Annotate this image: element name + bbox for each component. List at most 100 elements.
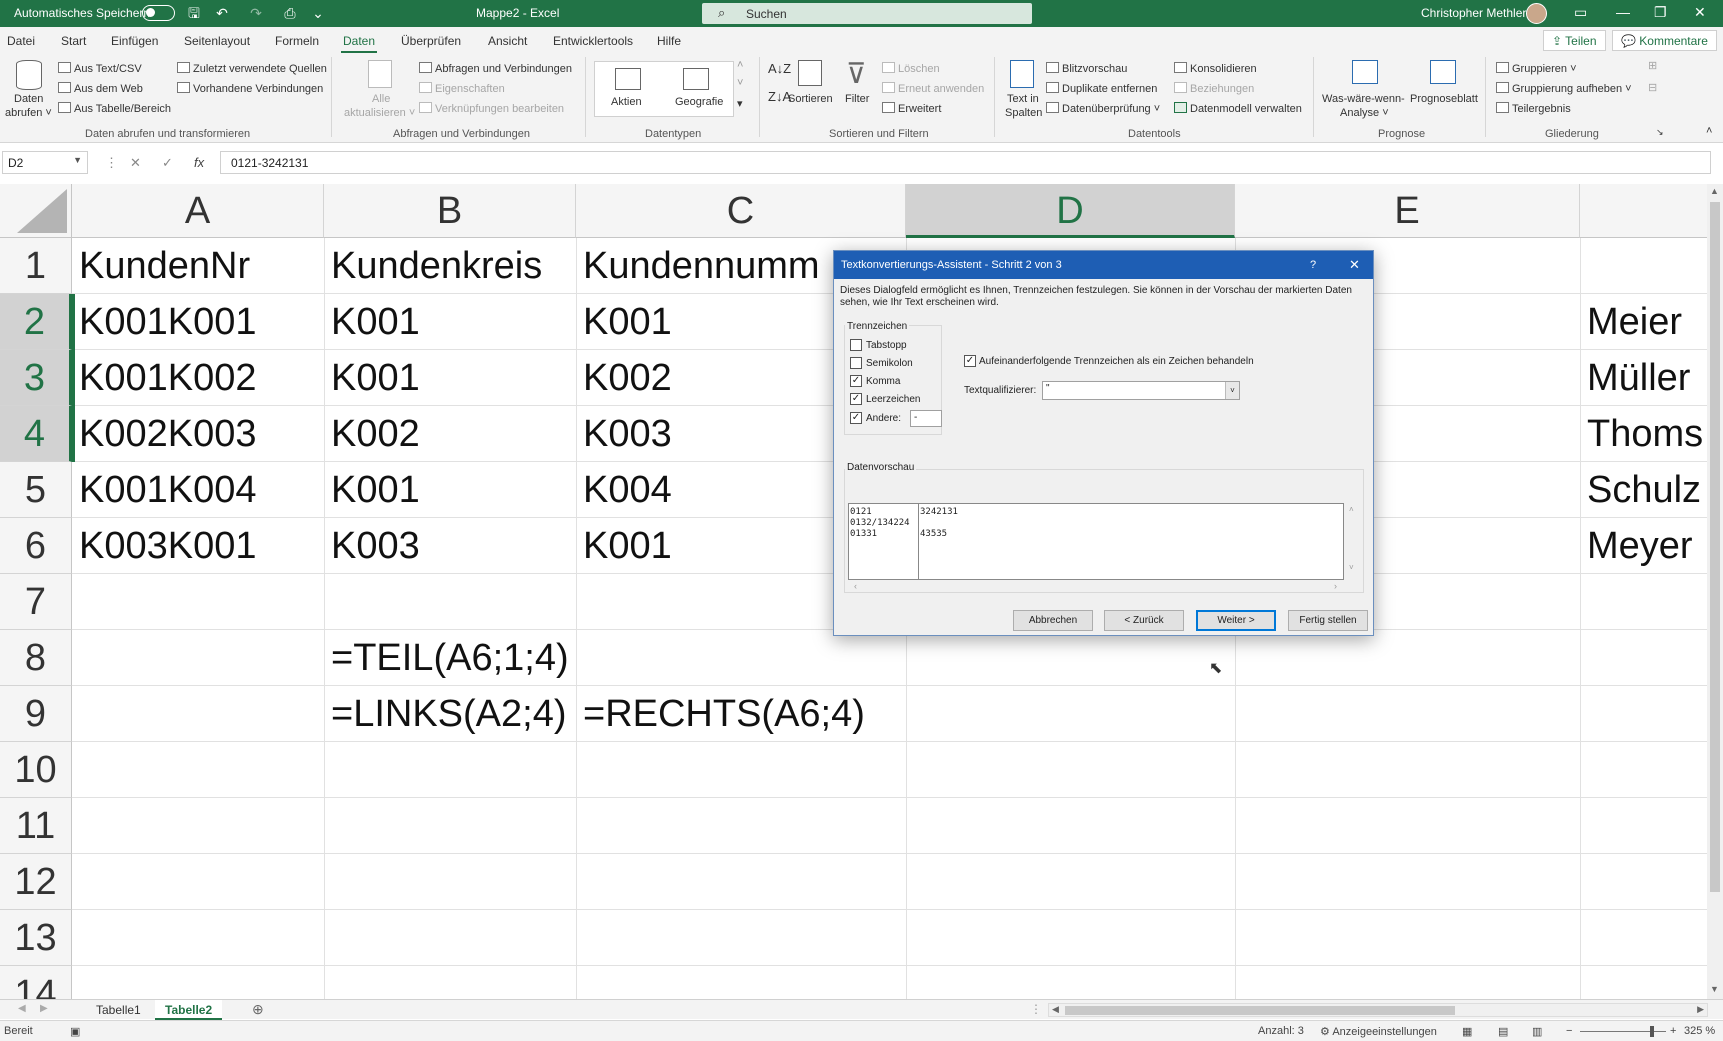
tab-datei[interactable]: Datei xyxy=(7,34,35,48)
save-icon[interactable]: 🖫 xyxy=(186,5,202,21)
subtotal-button[interactable]: Teilergebnis xyxy=(1496,102,1571,115)
sheet-tab-tabelle2[interactable]: Tabelle2 xyxy=(155,1000,223,1020)
tab-ansicht[interactable]: Ansicht xyxy=(488,34,527,48)
refresh-all-label-2[interactable]: aktualisieren ˅ xyxy=(344,107,415,119)
column-header-c[interactable]: C xyxy=(576,184,906,238)
row-header-5[interactable]: 5 xyxy=(0,462,72,518)
outline-dialog-launcher-icon[interactable]: ↘ xyxy=(1656,127,1664,138)
cell-f4[interactable]: Thoms xyxy=(1580,406,1703,462)
undo-icon[interactable]: ↶ xyxy=(214,5,230,21)
refresh-icon[interactable] xyxy=(368,60,392,88)
row-header-9[interactable]: 9 xyxy=(0,686,72,742)
cell-c2[interactable]: K001 xyxy=(576,294,672,350)
dialog-help-button[interactable]: ? xyxy=(1310,259,1316,271)
zoom-slider-thumb[interactable] xyxy=(1650,1026,1654,1037)
refresh-all-label[interactable]: Alle xyxy=(372,93,390,105)
filter-button[interactable]: Filter xyxy=(845,93,869,105)
cell-b2[interactable]: K001 xyxy=(324,294,420,350)
cell-c5[interactable]: K004 xyxy=(576,462,672,518)
horizontal-scroll-thumb[interactable] xyxy=(1065,1006,1455,1015)
preview-column-2[interactable]: 3242131 43535 xyxy=(919,504,959,543)
get-data-label[interactable]: Daten xyxy=(14,93,43,105)
space-label[interactable]: Leerzeichen xyxy=(866,394,920,405)
ungroup-button[interactable]: Gruppierung aufheben ˅ xyxy=(1496,82,1632,95)
data-model-button[interactable]: Datenmodell verwalten xyxy=(1174,102,1302,115)
preview-scroll-left-icon[interactable]: ‹ xyxy=(854,581,857,591)
share-button[interactable]: ⇪ Teilen xyxy=(1543,30,1606,51)
filter-icon[interactable]: ⊽ xyxy=(846,57,867,90)
dialog-title-bar[interactable]: Textkonvertierungs-Assistent - Schritt 2… xyxy=(834,251,1373,279)
cell-a1[interactable]: KundenNr xyxy=(72,238,250,294)
text-to-columns-label[interactable]: Text in xyxy=(1007,93,1039,105)
page-break-view-icon[interactable]: ▥ xyxy=(1532,1025,1542,1038)
row-header-12[interactable]: 12 xyxy=(0,854,72,910)
semicolon-label[interactable]: Semikolon xyxy=(866,358,913,369)
reapply-button[interactable]: Erneut anwenden xyxy=(882,82,984,95)
existing-connections-button[interactable]: Vorhandene Verbindungen xyxy=(177,82,323,95)
forecast-sheet-icon[interactable] xyxy=(1430,60,1456,84)
cell-c1[interactable]: Kundennumm xyxy=(576,238,820,294)
text-to-columns-icon[interactable] xyxy=(1010,60,1034,88)
stocks-button[interactable]: Aktien xyxy=(611,96,642,108)
cell-c6[interactable]: K001 xyxy=(576,518,672,574)
row-header-11[interactable]: 11 xyxy=(0,798,72,854)
data-validation-button[interactable]: Datenüberprüfung ˅ xyxy=(1046,102,1160,115)
row-header-6[interactable]: 6 xyxy=(0,518,72,574)
next-sheet-icon[interactable]: ▶ xyxy=(40,1003,48,1014)
restore-icon[interactable]: ❐ xyxy=(1654,4,1667,21)
clear-filter-button[interactable]: Löschen xyxy=(882,62,940,75)
qualifier-select[interactable]: " ˅ xyxy=(1042,381,1240,400)
normal-view-icon[interactable]: ▦ xyxy=(1462,1025,1472,1038)
other-checkbox[interactable]: ✓ xyxy=(850,412,862,424)
semicolon-checkbox[interactable] xyxy=(850,357,862,369)
what-if-label-2[interactable]: Analyse ˅ xyxy=(1340,107,1389,119)
geography-icon[interactable] xyxy=(683,68,709,90)
column-header-f[interactable] xyxy=(1580,184,1707,238)
consolidate-button[interactable]: Konsolidieren xyxy=(1174,62,1257,75)
minimize-icon[interactable]: — xyxy=(1616,4,1630,20)
tab-formeln[interactable]: Formeln xyxy=(275,34,319,48)
cell-f2[interactable]: Meier xyxy=(1580,294,1682,350)
finish-button[interactable]: Fertig stellen xyxy=(1288,610,1368,631)
cell-a3[interactable]: K001K002 xyxy=(72,350,257,406)
row-header-3[interactable]: 3 xyxy=(0,350,72,406)
enter-icon[interactable]: ✓ xyxy=(162,155,173,171)
other-delimiter-input[interactable]: - xyxy=(910,410,942,427)
dialog-close-icon[interactable]: ✕ xyxy=(1349,257,1360,273)
splitter-icon[interactable]: ⋮ xyxy=(1030,1002,1042,1016)
comma-label[interactable]: Komma xyxy=(866,376,900,387)
row-header-4[interactable]: 4 xyxy=(0,406,72,462)
recent-sources-button[interactable]: Zuletzt verwendete Quellen xyxy=(177,62,327,75)
chevron-down-icon[interactable]: ▼ xyxy=(73,155,82,165)
name-box[interactable]: D2 ▼ xyxy=(2,151,88,174)
add-sheet-icon[interactable]: ⊕ xyxy=(252,1001,264,1018)
comma-checkbox[interactable]: ✓ xyxy=(850,375,862,387)
tab-hilfe[interactable]: Hilfe xyxy=(657,34,681,48)
comments-button[interactable]: 💬 Kommentare xyxy=(1612,30,1717,51)
chevron-down-icon[interactable]: ˅ xyxy=(1225,382,1239,399)
what-if-icon[interactable] xyxy=(1352,60,1378,84)
zoom-out-icon[interactable]: − xyxy=(1566,1025,1572,1037)
stocks-icon[interactable] xyxy=(615,68,641,90)
row-header-8[interactable]: 8 xyxy=(0,630,72,686)
gallery-up-icon[interactable]: ˄ xyxy=(737,59,743,71)
cell-c3[interactable]: K002 xyxy=(576,350,672,406)
column-header-b[interactable]: B xyxy=(324,184,576,238)
cancel-button[interactable]: Abbrechen xyxy=(1013,610,1093,631)
from-table-button[interactable]: Aus Tabelle/Bereich xyxy=(58,102,171,115)
group-button[interactable]: Gruppieren ˅ xyxy=(1496,62,1577,75)
insert-function-icon[interactable]: fx xyxy=(194,155,204,170)
show-detail-icon[interactable]: ⊞ xyxy=(1648,59,1657,72)
cell-b9[interactable]: =LINKS(A2;4) xyxy=(324,686,567,742)
cell-a6[interactable]: K003K001 xyxy=(72,518,257,574)
print-icon[interactable]: ⎙ xyxy=(282,5,298,21)
sheet-tab-tabelle1[interactable]: Tabelle1 xyxy=(86,1000,151,1020)
flash-fill-button[interactable]: Blitzvorschau xyxy=(1046,62,1127,75)
customize-qat-icon[interactable]: ⌄ xyxy=(310,5,326,21)
cell-a2[interactable]: K001K001 xyxy=(72,294,257,350)
tab-ueberpruefen[interactable]: Überprüfen xyxy=(401,34,461,48)
cell-a5[interactable]: K001K004 xyxy=(72,462,257,518)
scroll-left-icon[interactable]: ◀ xyxy=(1052,1004,1059,1015)
advanced-filter-button[interactable]: Erweitert xyxy=(882,102,941,115)
relationships-button[interactable]: Beziehungen xyxy=(1174,82,1254,95)
